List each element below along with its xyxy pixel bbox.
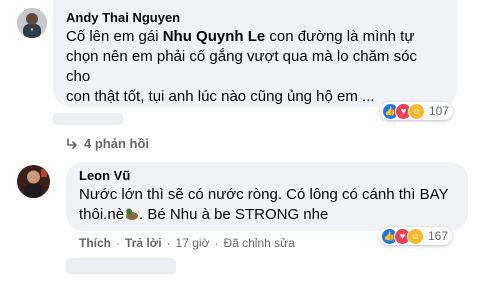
care-reaction-icon: ☺: [408, 102, 425, 120]
avatar-image: ★: [17, 8, 47, 38]
comment-author-leon[interactable]: Leon Vũ: [79, 168, 130, 183]
timestamp[interactable]: 17 giờ: [176, 236, 210, 250]
reactions-summary-andy[interactable]: 👍 ♥ ☺ 107: [380, 102, 454, 120]
view-replies-link[interactable]: 4 phản hồi: [66, 136, 149, 151]
like-button[interactable]: Thích: [79, 236, 111, 250]
comment-author-andy[interactable]: Andy Thai Nguyen: [66, 10, 180, 25]
comment-text-part: thôi.nè: [79, 206, 125, 223]
separator-dot: ·: [116, 236, 120, 250]
comment-text-leon: Nước lớn thì sẽ có nước ròng. Có lông có…: [79, 185, 464, 225]
avatar-image: [17, 165, 50, 198]
care-reaction-icon: ☺: [407, 227, 424, 245]
avatar-leon-vu[interactable]: [17, 165, 50, 198]
comment-text-part: Cố lên em gái: [66, 28, 163, 45]
duck-emoji: [125, 208, 139, 220]
hidden-action-row: [53, 113, 123, 125]
svg-text:★: ★: [30, 27, 35, 33]
reactions-summary-leon[interactable]: 👍 ♥ ☺ 167: [379, 227, 453, 245]
separator-dot: ·: [214, 236, 219, 250]
reaction-count: 107: [429, 104, 450, 118]
hidden-bottom-row: [66, 258, 176, 274]
reply-button[interactable]: Trả lời: [125, 236, 162, 250]
view-replies-label: 4 phản hồi: [84, 136, 149, 151]
mention-nhu-quynh-le[interactable]: Nhu Quynh Le: [163, 28, 266, 45]
comment-actions-leon: Thích · Trả lời · 17 giờ · Đã chỉnh sửa: [79, 236, 295, 250]
reply-arrow-icon: [67, 137, 77, 149]
comment-text-andy: Cố lên em gái Nhu Quynh Le con đường là …: [66, 27, 456, 107]
avatar-andy-thai-nguyen[interactable]: ★: [17, 8, 47, 38]
comment-text-part: . Bé Nhu à be STRONG nhe: [139, 206, 329, 223]
separator-dot: ·: [166, 236, 171, 250]
comment-text-line: cho: [66, 68, 91, 85]
edited-label[interactable]: Đã chỉnh sửa: [223, 236, 294, 250]
comment-text-line: chọn nên em phải cố gắng vượt qua mà lo …: [66, 48, 417, 65]
comment-text-part: con đường là mình tự: [265, 28, 415, 45]
comment-text-line: Nước lớn thì sẽ có nước ròng. Có lông có…: [79, 186, 449, 203]
reaction-count: 167: [428, 229, 449, 243]
